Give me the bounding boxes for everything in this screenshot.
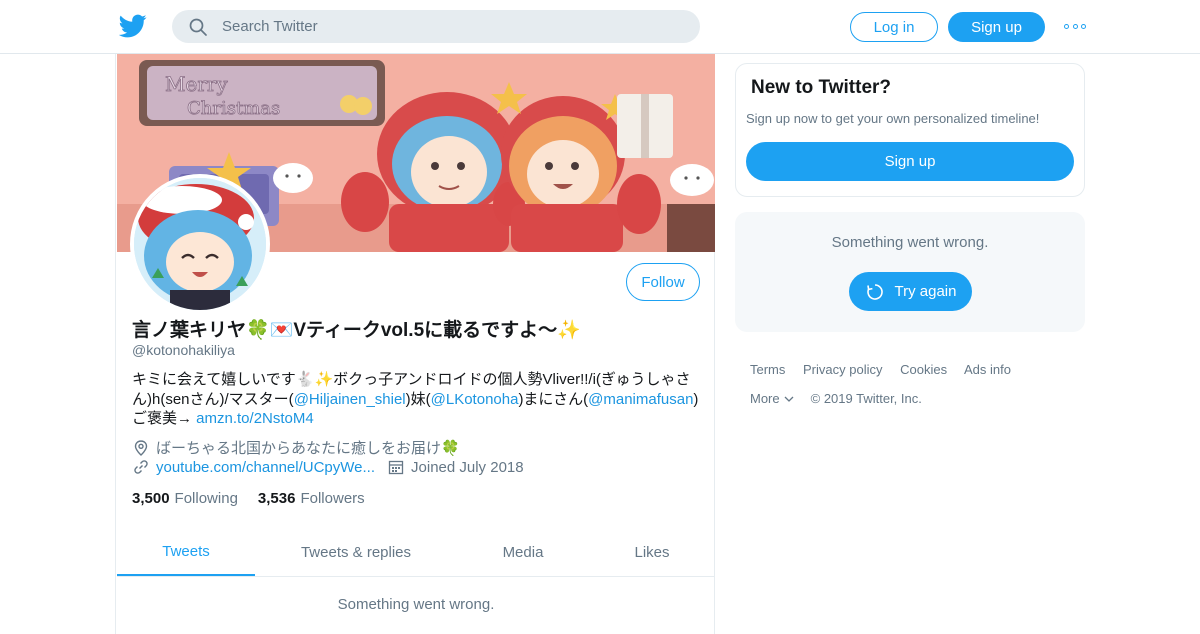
profile-meta-row: youtube.com/channel/UCpyWe... Joined Jul…: [132, 458, 524, 476]
new-to-twitter-card: New to Twitter? Sign up now to get your …: [735, 63, 1085, 197]
bio-mention-lkotonoha[interactable]: @LKotonoha: [431, 391, 519, 408]
sidebar-error-text: Something went wrong.: [831, 234, 989, 251]
tab-tweets-replies[interactable]: Tweets & replies: [277, 529, 435, 576]
top-navigation-bar: Log in Sign up: [0, 0, 1200, 54]
follow-button[interactable]: Follow: [626, 263, 700, 301]
followers-stat[interactable]: 3,536 Followers: [258, 490, 365, 507]
link-icon: [134, 460, 148, 474]
search-bar[interactable]: [172, 10, 700, 43]
profile-display-name: 言ノ葉キリヤ🍀💌Vティークvol.5に載るですよ～✨: [132, 320, 581, 341]
footer-links: Terms Privacy policy Cookies Ads info Mo…: [750, 362, 1025, 406]
footer-ads-info-link[interactable]: Ads info: [964, 362, 1011, 377]
profile-website-link[interactable]: youtube.com/channel/UCpyWe...: [156, 459, 375, 476]
footer-cookies-link[interactable]: Cookies: [900, 362, 947, 377]
sidebar-signup-button[interactable]: Sign up: [746, 142, 1074, 181]
search-input[interactable]: [222, 18, 682, 35]
profile-location: ばーちゃる北国からあなたに癒しをお届け🍀: [132, 437, 460, 458]
profile-handle[interactable]: @kotonohakiliya: [132, 342, 235, 358]
login-button[interactable]: Log in: [850, 12, 938, 42]
new-to-twitter-title: New to Twitter?: [751, 77, 892, 98]
bio-mention-hiljainen[interactable]: @Hiljainen_shiel: [294, 391, 406, 408]
bio-line-1: キミに会えて嬉しいです🐇✨ボクっ子アンドロイドの個人勢Vliver!!/i(ぎゅ…: [132, 371, 691, 388]
bio-line-3: ご褒美→ amzn.to/2NstoM4: [132, 410, 314, 427]
location-pin-icon: [134, 439, 148, 456]
more-options-icon[interactable]: [1064, 18, 1086, 34]
profile-tabs: Tweets Tweets & replies Media Likes: [117, 529, 715, 577]
profile-avatar[interactable]: [130, 174, 270, 314]
svg-text:Merry: Merry: [165, 72, 228, 96]
footer-privacy-link[interactable]: Privacy policy: [803, 362, 882, 377]
following-stat[interactable]: 3,500 Following: [132, 490, 238, 507]
twitter-bird-logo-icon[interactable]: [119, 12, 147, 40]
tab-likes[interactable]: Likes: [617, 529, 687, 576]
calendar-icon: [388, 460, 404, 475]
try-again-button[interactable]: Try again: [849, 272, 972, 311]
timeline-error-message: Something went wrong.: [337, 596, 495, 613]
profile-column: Merry Christmas Follow 言ノ葉キリヤ🍀💌Vティークvol.…: [115, 54, 715, 634]
signup-button[interactable]: Sign up: [948, 12, 1045, 42]
new-to-twitter-subtitle: Sign up now to get your own personalized…: [746, 111, 1040, 126]
profile-stats: 3,500 Following 3,536 Followers: [132, 490, 385, 507]
profile-joined-date: Joined July 2018: [411, 458, 524, 476]
bio-line-2: ん)h(senさん)/マスター(@Hiljainen_shiel)妹(@LKot…: [132, 390, 699, 408]
footer-more-dropdown[interactable]: More: [750, 391, 795, 406]
svg-text:Christmas: Christmas: [187, 98, 280, 119]
search-icon: [189, 18, 207, 36]
footer-copyright: © 2019 Twitter, Inc.: [810, 391, 922, 406]
tab-tweets[interactable]: Tweets: [117, 529, 255, 576]
tab-media[interactable]: Media: [483, 529, 563, 576]
sidebar-error-card: Something went wrong. Try again: [735, 212, 1085, 332]
chevron-down-icon: [784, 396, 794, 402]
profile-bio: キミに会えて嬉しいです🐇✨ボクっ子アンドロイドの個人勢Vliver!!/i(ぎゅ…: [132, 370, 702, 429]
bio-amazon-link[interactable]: amzn.to/2NstoM4: [196, 410, 314, 427]
footer-terms-link[interactable]: Terms: [750, 362, 785, 377]
refresh-icon: [866, 283, 883, 300]
bio-mention-manimafusan[interactable]: @manimafusan: [588, 391, 693, 408]
